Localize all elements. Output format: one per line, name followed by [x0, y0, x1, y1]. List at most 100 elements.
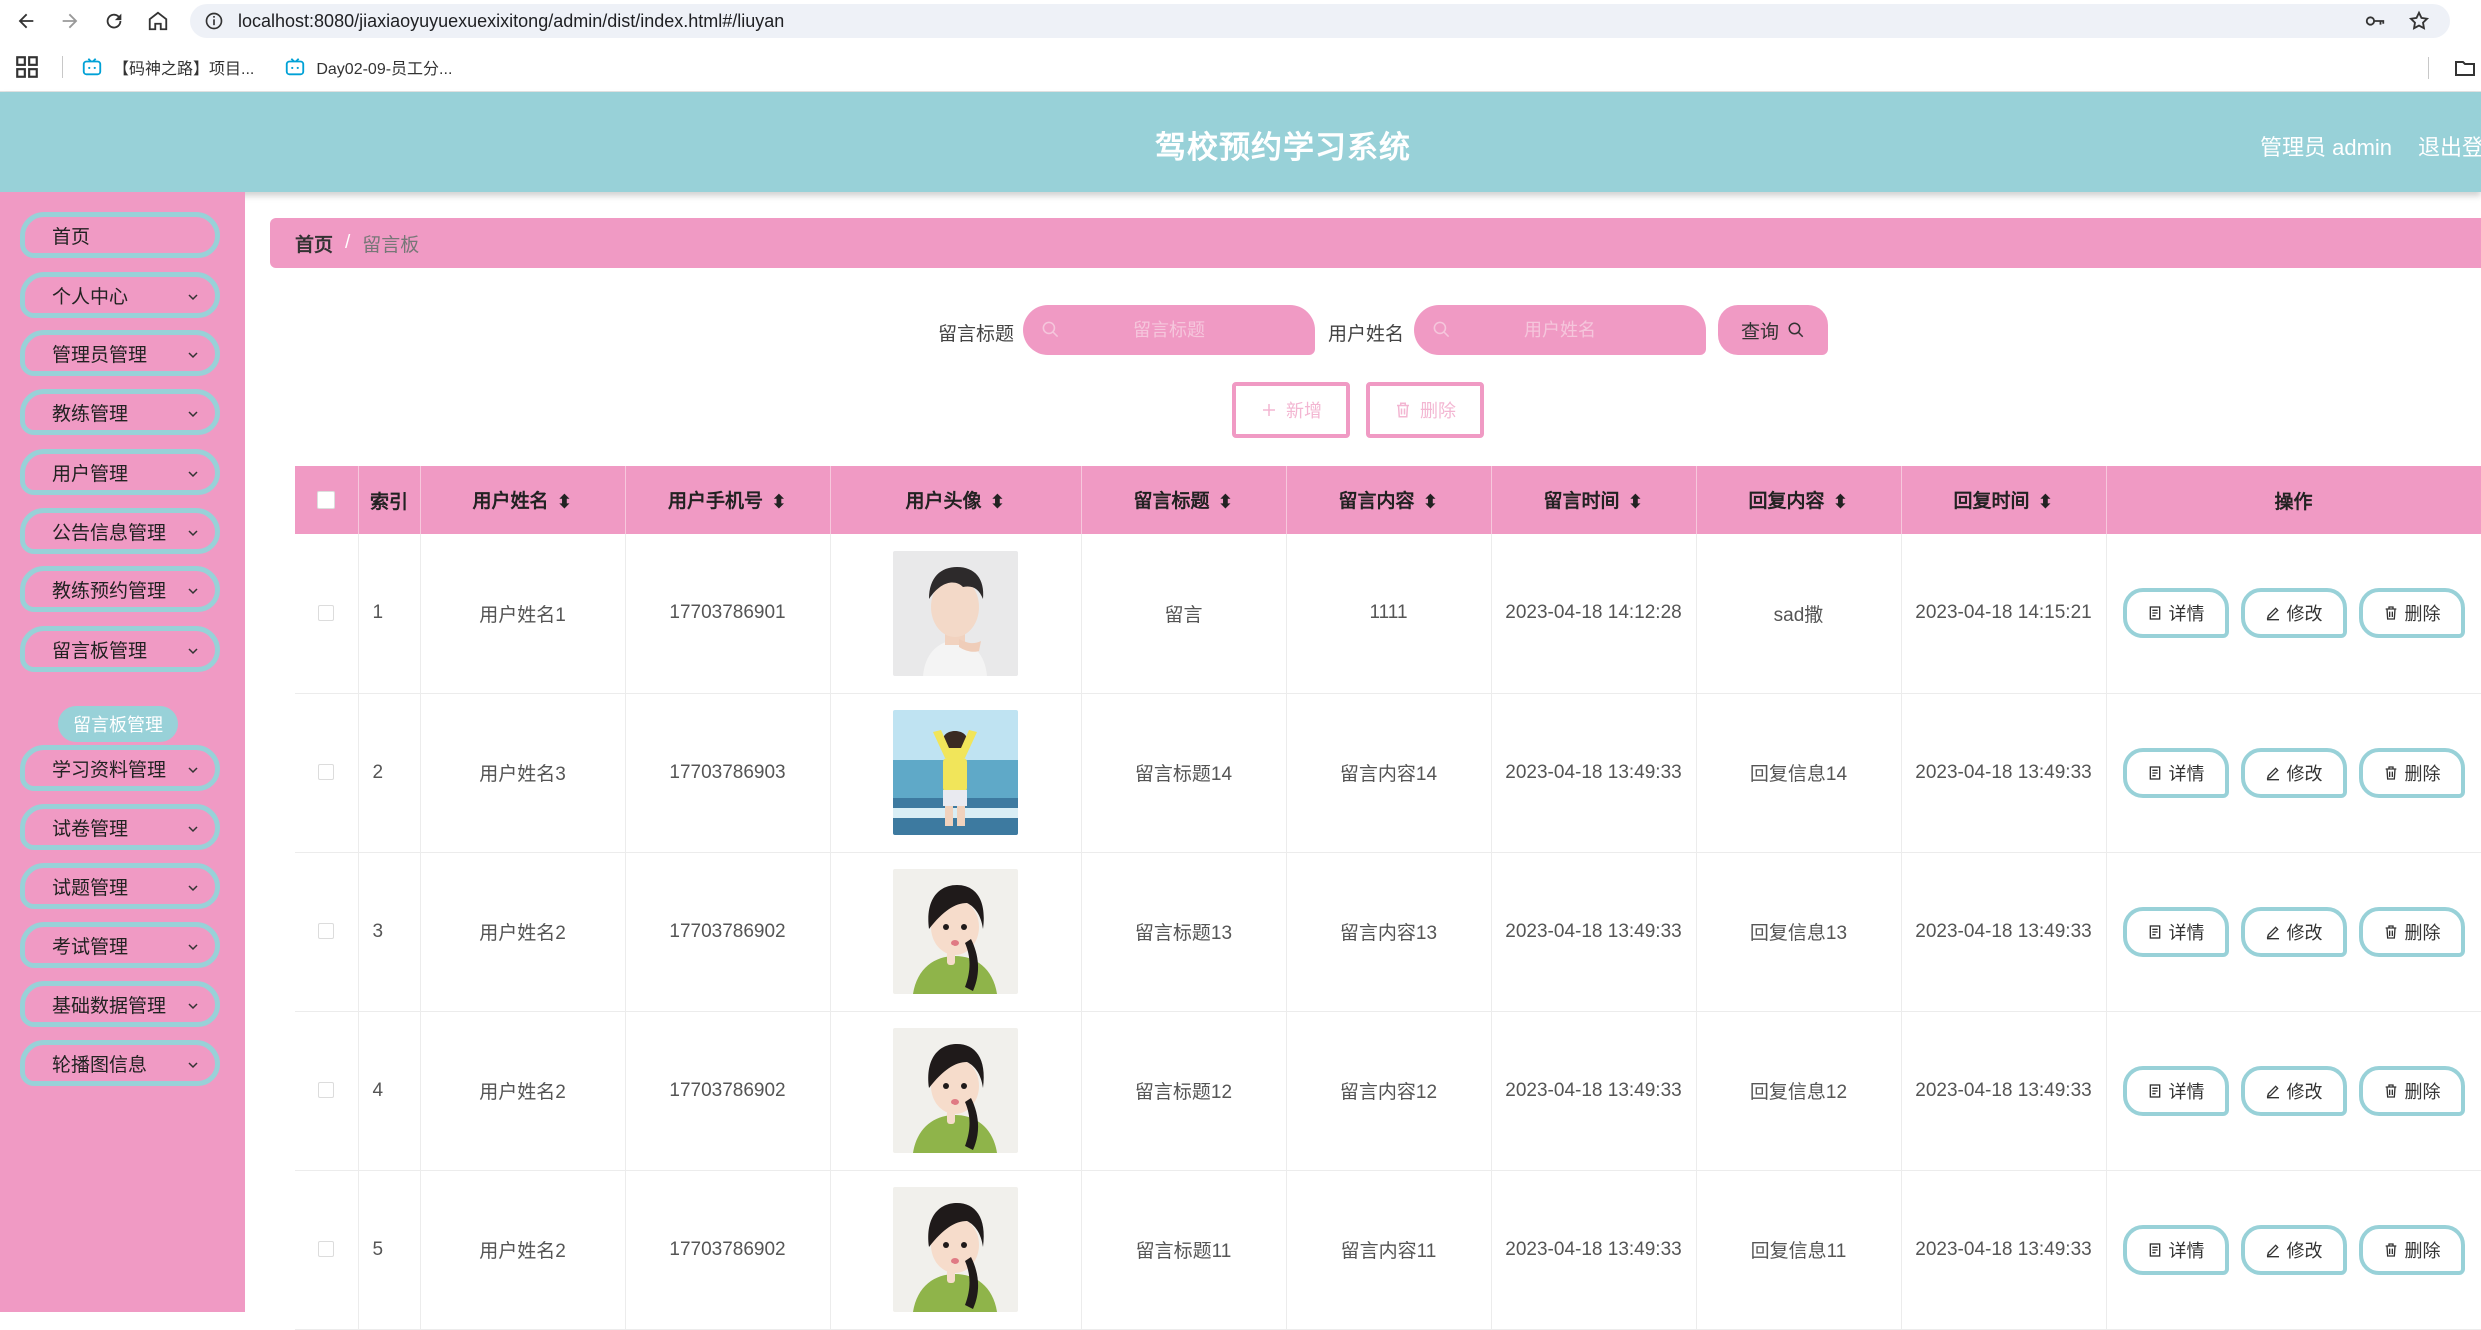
sort-caret-icon[interactable]: ⬍ [771, 491, 787, 514]
batch-delete-button[interactable]: 删除 [1366, 382, 1484, 438]
info-icon[interactable] [204, 11, 224, 31]
query-button[interactable]: 查询 [1718, 305, 1828, 355]
title-search-field[interactable] [1023, 305, 1315, 355]
sidebar-item-label: 用户管理 [52, 463, 129, 485]
index-cell: 2 [358, 693, 421, 852]
sort-caret-icon[interactable]: ⬍ [1218, 491, 1234, 514]
user-avatar[interactable] [893, 1187, 1018, 1312]
select-all-cell[interactable] [295, 466, 359, 534]
apps-grid-icon[interactable] [14, 54, 40, 80]
name-search-input[interactable] [1414, 305, 1706, 355]
row-checkbox[interactable] [318, 1082, 335, 1099]
column-header[interactable]: 用户头像 ⬍ [830, 466, 1082, 534]
logout-link[interactable]: 退出登录 [2418, 130, 2481, 162]
sidebar-item[interactable]: 学习资料管理 [20, 745, 220, 791]
title-search-input[interactable] [1023, 305, 1315, 355]
sidebar-item[interactable]: 用户管理 [20, 449, 220, 495]
bookmark-item[interactable]: 【码神之路】项目... [81, 55, 254, 79]
detail-button[interactable]: 详情 [2122, 588, 2229, 639]
table-row[interactable]: 2 用户姓名3 17703786903 留言标题14 留言内容14 2023-04-18 … [295, 693, 2481, 852]
row-select-cell[interactable] [295, 852, 359, 1011]
name-cell: 用户姓名2 [420, 1170, 626, 1329]
table-row[interactable]: 1 用户姓名1 17703786901 留言 1111 2023-04-18 14:12:… [295, 534, 2481, 693]
detail-button[interactable]: 详情 [2122, 1065, 2229, 1116]
delete-button[interactable]: 删除 [2358, 906, 2465, 957]
column-header[interactable]: 留言内容 ⬍ [1286, 466, 1492, 534]
sidebar-item[interactable]: 基础数据管理 [20, 981, 220, 1027]
row-select-cell[interactable] [295, 534, 359, 693]
sidebar-item[interactable]: 教练预约管理 [20, 566, 220, 612]
sidebar-item[interactable]: 轮播图信息 [20, 1040, 220, 1086]
sidebar-item[interactable]: 公告信息管理 [20, 508, 220, 554]
home-button[interactable] [140, 3, 176, 39]
edit-button[interactable]: 修改 [2240, 747, 2347, 798]
column-header[interactable]: 回复时间 ⬍ [1901, 466, 2107, 534]
address-bar[interactable]: localhost:8080/jiaxiaoyuyuexuexixitong/a… [190, 4, 2450, 38]
trash-icon [2385, 924, 2396, 939]
delete-button[interactable]: 删除 [2358, 588, 2465, 639]
sidebar-item[interactable]: 考试管理 [20, 922, 220, 968]
row-select-cell[interactable] [295, 693, 359, 852]
name-search-field[interactable] [1414, 305, 1706, 355]
edit-button[interactable]: 修改 [2240, 1224, 2347, 1275]
select-all-checkbox[interactable] [317, 490, 336, 509]
column-header: 操作 [2106, 466, 2481, 534]
sidebar-item[interactable]: 试卷管理 [20, 804, 220, 850]
sidebar-item[interactable]: 首页 [20, 212, 220, 258]
column-header[interactable]: 留言时间 ⬍ [1491, 466, 1697, 534]
back-button[interactable] [8, 3, 44, 39]
sort-caret-icon[interactable]: ⬍ [1423, 491, 1439, 514]
forward-button[interactable] [52, 3, 88, 39]
edit-button[interactable]: 修改 [2240, 1065, 2347, 1116]
edit-button[interactable]: 修改 [2240, 588, 2347, 639]
title-cell: 留言标题13 [1081, 852, 1287, 1011]
column-header[interactable]: 留言标题 ⬍ [1081, 466, 1287, 534]
sort-caret-icon[interactable]: ⬍ [2038, 491, 2054, 514]
sidebar-item[interactable]: 留言板管理 [20, 626, 220, 672]
breadcrumb-home[interactable]: 首页 [295, 230, 333, 257]
column-header[interactable]: 用户手机号 ⬍ [625, 466, 831, 534]
row-select-cell[interactable] [295, 1011, 359, 1170]
app-title: 驾校预约学习系统 [1155, 130, 1411, 165]
phone-cell: 17703786902 [625, 1011, 831, 1170]
delete-button[interactable]: 删除 [2358, 1065, 2465, 1116]
row-checkbox[interactable] [318, 1241, 335, 1258]
table-row[interactable]: 5 用户姓名2 17703786902 留言标题11 留言内容11 2023-04-18 … [295, 1170, 2481, 1329]
detail-button[interactable]: 详情 [2122, 747, 2229, 798]
delete-button[interactable]: 删除 [2358, 747, 2465, 798]
sort-caret-icon[interactable]: ⬍ [990, 491, 1006, 514]
user-avatar[interactable] [893, 869, 1018, 994]
table-row[interactable]: 3 用户姓名2 17703786902 留言标题13 留言内容13 2023-04-18 … [295, 852, 2481, 1011]
detail-button[interactable]: 详情 [2122, 1224, 2229, 1275]
admin-user-label: 管理员 admin [2260, 135, 2393, 160]
sort-caret-icon[interactable]: ⬍ [1628, 491, 1644, 514]
bookmark-item[interactable]: Day02-09-员工分... [284, 55, 452, 79]
index-cell: 4 [358, 1011, 421, 1170]
key-icon[interactable] [2364, 10, 2386, 32]
reload-button[interactable] [96, 3, 132, 39]
sort-caret-icon[interactable]: ⬍ [557, 491, 573, 514]
sidebar-item[interactable]: 教练管理 [20, 389, 220, 435]
row-checkbox[interactable] [318, 923, 335, 940]
edit-button[interactable]: 修改 [2240, 906, 2347, 957]
table-row[interactable]: 4 用户姓名2 17703786902 留言标题12 留言内容12 2023-04-18 … [295, 1011, 2481, 1170]
sort-caret-icon[interactable]: ⬍ [1833, 491, 1849, 514]
detail-button[interactable]: 详情 [2122, 906, 2229, 957]
bookmark-folder[interactable] [2428, 56, 2477, 80]
star-icon[interactable] [2408, 10, 2430, 32]
sidebar-subitem-message-board[interactable]: 留言板管理 [58, 706, 178, 742]
column-header[interactable]: 用户姓名 ⬍ [420, 466, 626, 534]
sidebar-item[interactable]: 试题管理 [20, 863, 220, 909]
sidebar-item[interactable]: 管理员管理 [20, 330, 220, 376]
add-button[interactable]: 新增 [1232, 382, 1350, 438]
row-select-cell[interactable] [295, 1170, 359, 1329]
document-icon [2149, 1083, 2160, 1098]
user-avatar[interactable] [893, 550, 1018, 676]
row-checkbox[interactable] [318, 605, 335, 622]
row-checkbox[interactable] [318, 764, 335, 781]
user-avatar[interactable] [893, 710, 1018, 835]
column-header[interactable]: 回复内容 ⬍ [1696, 466, 1902, 534]
user-avatar[interactable] [893, 1028, 1018, 1153]
delete-button[interactable]: 删除 [2358, 1224, 2465, 1275]
sidebar-item[interactable]: 个人中心 [20, 272, 220, 318]
